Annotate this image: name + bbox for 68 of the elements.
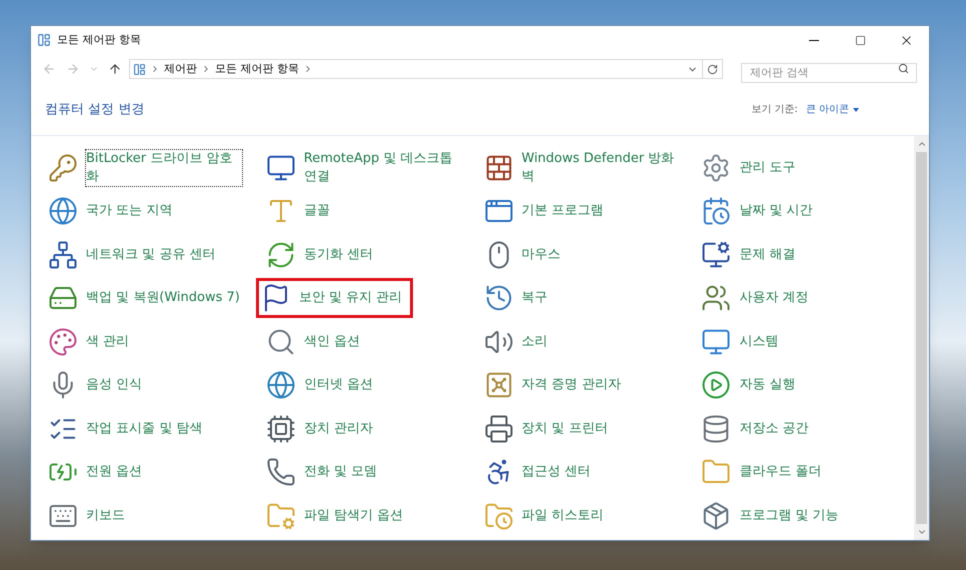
- maximize-icon: [854, 34, 866, 46]
- breadcrumb-link[interactable]: 모든 제어판 항목: [215, 60, 299, 78]
- control-panel-link[interactable]: 프로그램 및 기능: [739, 506, 839, 525]
- control-panel-link[interactable]: 작업 표시줄 및 탐색: [86, 420, 202, 438]
- control-panel-link[interactable]: 파일 탐색기 옵션: [304, 506, 404, 525]
- control-panel-link[interactable]: 관리 도구: [739, 158, 796, 177]
- key-icon: [48, 152, 78, 183]
- play-icon: [701, 370, 732, 400]
- view-by-label: 보기 기준:: [751, 103, 798, 117]
- forward-arrow-icon: [66, 62, 80, 76]
- control-panel-link[interactable]: 색 관리: [86, 332, 130, 351]
- control-panel-link[interactable]: 장치 관리자: [304, 420, 373, 438]
- control-panel-link[interactable]: 저장소 공간: [739, 420, 808, 438]
- control-panel-link[interactable]: 동기화 센터: [304, 246, 373, 264]
- chip-icon: [266, 414, 296, 444]
- control-panel-link[interactable]: 문제 해결: [739, 246, 796, 264]
- control-panel-link[interactable]: 글꼴: [304, 202, 330, 220]
- globe-icon: [266, 370, 296, 400]
- page-heading: 컴퓨터 설정 변경: [45, 100, 144, 119]
- control-panel-link[interactable]: 장치 및 프린터: [522, 420, 608, 438]
- control-panel-link[interactable]: Windows Defender 방화벽: [522, 150, 678, 186]
- storage-icon: [701, 414, 732, 444]
- control-panel-link[interactable]: 전화 및 모뎀: [304, 463, 378, 482]
- package-icon: [701, 500, 732, 531]
- search-icon: [898, 63, 909, 74]
- control-panel-link[interactable]: 백업 및 복원(Windows 7): [86, 289, 240, 308]
- search-field[interactable]: 제어판 검색: [741, 62, 917, 82]
- control-panel-link[interactable]: RemoteApp 및 데스크톱 연결: [304, 150, 460, 186]
- caret-icon: [853, 108, 859, 112]
- control-panel-link[interactable]: 보안 및 유지 관리: [298, 289, 402, 308]
- monitor-icon: [701, 240, 732, 270]
- control-panel-link[interactable]: 시스템: [739, 332, 778, 351]
- printer-icon: [484, 414, 514, 444]
- control-panel-link[interactable]: 파일 히스토리: [522, 506, 604, 525]
- control-panel-link[interactable]: 음성 인식: [86, 376, 142, 394]
- address-bar[interactable]: 제어판 모든 제어판 항목: [129, 59, 723, 79]
- control-panel-link[interactable]: 네트워크 및 공유 센터: [86, 246, 216, 264]
- phone-icon: [266, 457, 296, 488]
- window-title: 모든 제어판 항목: [57, 32, 141, 48]
- scrollbar-thumb[interactable]: [916, 152, 927, 524]
- scrollbar[interactable]: [914, 136, 929, 540]
- control-panel-link[interactable]: 날짜 및 시간: [739, 202, 813, 220]
- view-by-dropdown[interactable]: 큰 아이콘: [806, 102, 859, 117]
- control-panel-link[interactable]: BitLocker 드라이브 암호화: [86, 150, 242, 186]
- safe-icon: [484, 370, 514, 400]
- refresh-icon: [707, 64, 718, 74]
- globe-icon: [48, 196, 78, 226]
- back-arrow-icon: [42, 62, 56, 76]
- control-panel-link[interactable]: 접근성 센터: [522, 463, 591, 482]
- control-panel-link[interactable]: 인터넷 옵션: [304, 376, 373, 394]
- control-panel-link[interactable]: 국가 또는 지역: [86, 202, 172, 220]
- control-panel-link[interactable]: 복구: [522, 289, 548, 308]
- control-panel-icon: [133, 62, 146, 76]
- palette-icon: [48, 326, 78, 357]
- control-panel-link[interactable]: 소리: [522, 332, 548, 351]
- control-panel-link[interactable]: 클라우드 폴더: [739, 463, 822, 482]
- control-panel-link[interactable]: 색인 옵션: [304, 332, 360, 351]
- control-panel-link[interactable]: 전원 옵션: [86, 463, 142, 482]
- control-panel-link[interactable]: 자동 실행: [739, 376, 796, 394]
- control-panel-link[interactable]: 사용자 계정: [739, 289, 808, 308]
- network-icon: [48, 240, 78, 270]
- control-panel-link[interactable]: 키보드: [86, 506, 125, 525]
- control-panel-link[interactable]: 기본 프로그램: [522, 202, 604, 220]
- calendar-clock-icon: [701, 196, 732, 226]
- control-panel-icon: [37, 33, 51, 47]
- control-panel-link[interactable]: 자격 증명 관리자: [522, 376, 621, 394]
- breadcrumb-link[interactable]: 제어판: [164, 60, 197, 78]
- control-panel-link[interactable]: 마우스: [522, 246, 560, 264]
